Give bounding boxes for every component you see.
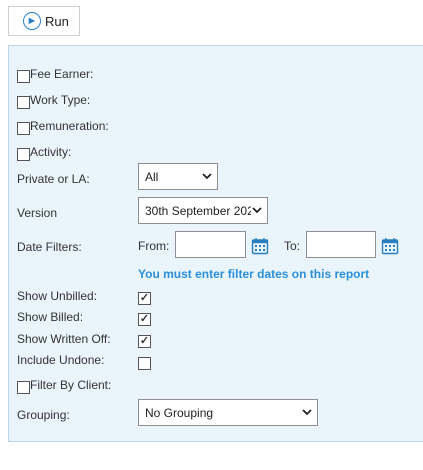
remuneration-filter: Remuneration: [17,116,423,135]
chevron-down-icon [251,207,263,214]
remuneration-label: Remuneration: [30,118,109,133]
show-written-off-label: Show Written Off: [17,332,111,346]
version-value: 30th September 2025 [145,203,251,218]
private-or-la-value: All [145,169,159,184]
private-or-la-label: Private or LA: [17,172,90,186]
work-type-checkbox[interactable] [17,96,30,109]
remuneration-checkbox[interactable] [17,122,30,135]
date-warning-text: You must enter filter dates on this repo… [138,267,370,281]
version-select[interactable]: 30th September 2025 [138,197,268,224]
fee-earner-checkbox[interactable] [17,70,30,83]
checkmark-icon: ✓ [139,292,150,304]
show-unbilled-label: Show Unbilled: [17,289,98,303]
show-written-off-checkbox[interactable]: ✓ [138,335,151,348]
fee-earner-label: Fee Earner: [30,66,94,81]
activity-checkbox[interactable] [17,148,30,161]
version-label: Version [17,206,58,220]
calendar-icon[interactable] [381,237,399,255]
work-type-label: Work Type: [30,92,91,107]
play-icon: ► [23,12,41,30]
from-date-input[interactable] [175,231,246,258]
fee-earner-filter: Fee Earner: [17,64,423,83]
activity-filter: Activity: [17,142,423,161]
chevron-down-icon [301,409,313,416]
checkmark-icon: ✓ [139,313,150,325]
to-label: To: [284,239,301,253]
activity-label: Activity: [30,144,72,159]
show-billed-checkbox[interactable]: ✓ [138,313,151,326]
filter-panel: Fee Earner: Work Type: Remuneration: Act… [8,45,423,442]
calendar-icon[interactable] [251,237,269,255]
include-undone-checkbox[interactable] [138,357,151,370]
show-unbilled-checkbox[interactable]: ✓ [138,292,151,305]
grouping-label: Grouping: [17,408,70,422]
private-or-la-select[interactable]: All [138,163,218,190]
filter-by-client-label: Filter By Client: [30,377,112,392]
from-label: From: [138,239,170,253]
grouping-value: No Grouping [145,405,214,420]
grouping-select[interactable]: No Grouping [138,399,318,426]
run-button-label: Run [45,13,69,29]
to-date-input[interactable] [306,231,376,258]
filter-by-client-checkbox[interactable] [17,381,30,394]
include-undone-label: Include Undone: [17,353,105,367]
date-filters-label: Date Filters: [17,240,82,254]
checkmark-icon: ✓ [139,335,150,347]
show-billed-label: Show Billed: [17,310,84,324]
chevron-down-icon [201,173,213,180]
filter-by-client-filter: Filter By Client: [17,375,423,394]
run-button[interactable]: ► Run [8,6,80,36]
work-type-filter: Work Type: [17,90,423,109]
